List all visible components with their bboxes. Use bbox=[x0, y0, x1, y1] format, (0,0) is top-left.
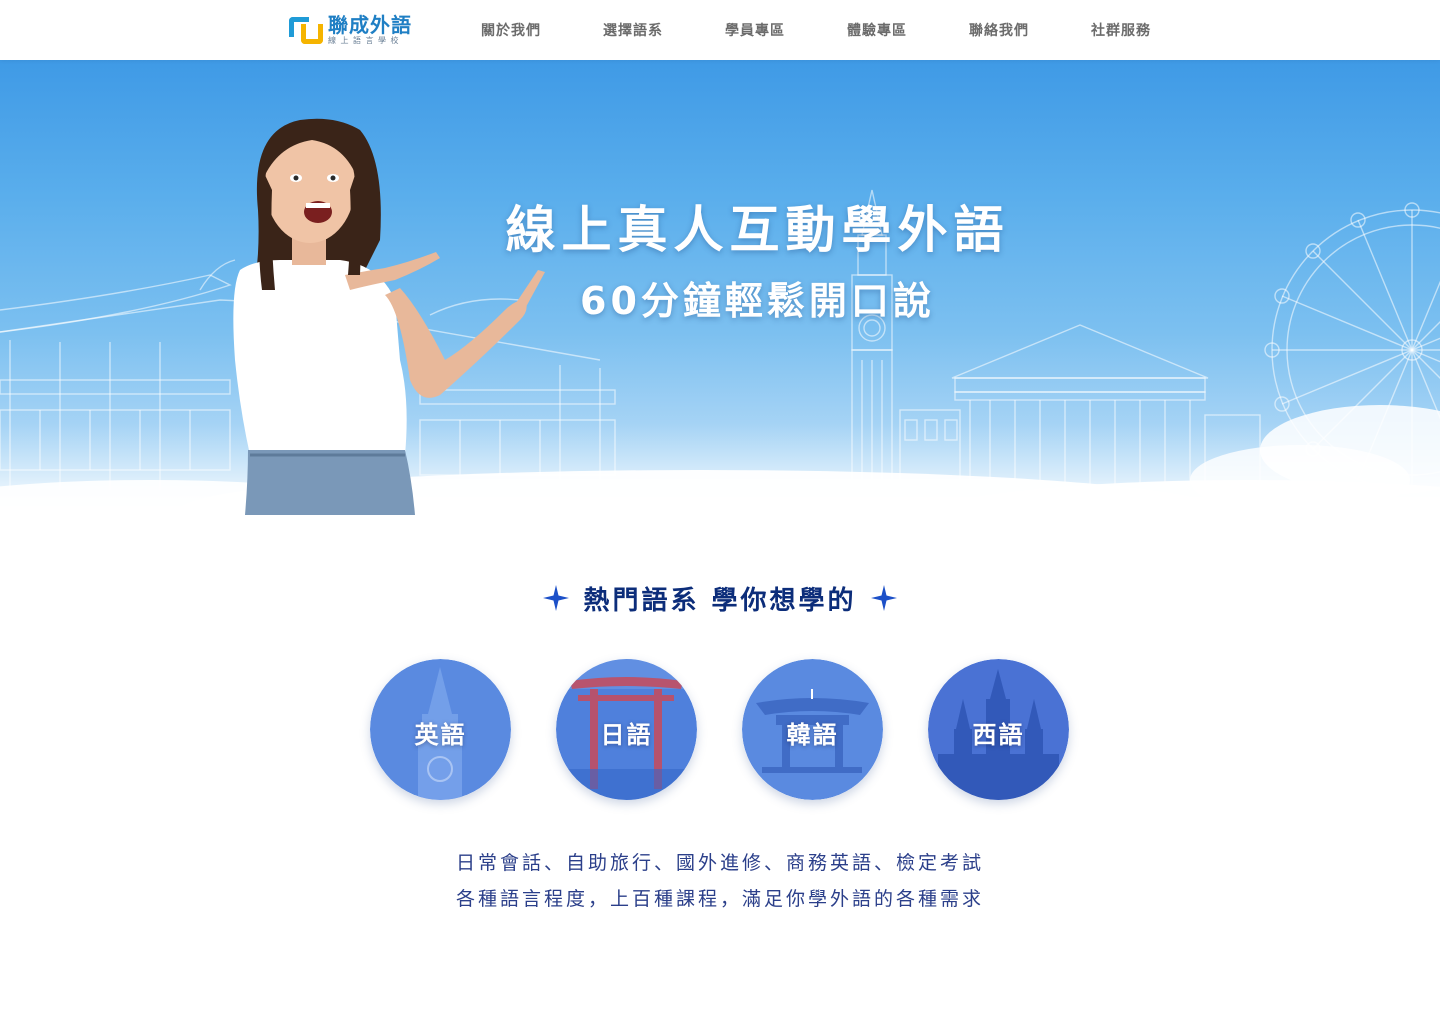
nav-item-contact[interactable]: 聯絡我們 bbox=[938, 0, 1060, 60]
sparkle-icon bbox=[870, 585, 897, 611]
section-title: 熱門語系 學你想學的 bbox=[0, 578, 1440, 618]
nav-item-students[interactable]: 學員專區 bbox=[694, 0, 816, 60]
logo[interactable]: 聯成外語 線上語言學校 bbox=[288, 12, 418, 48]
language-label-korean: 韓語 bbox=[786, 721, 839, 749]
language-list: 英語 日語 韓語 西語 bbox=[370, 659, 1070, 801]
sparkle-icon bbox=[543, 585, 570, 611]
nav-item-languages[interactable]: 選擇語系 bbox=[572, 0, 694, 60]
language-label-japanese: 日語 bbox=[600, 721, 653, 749]
header: 聯成外語 線上語言學校 關於我們 選擇語系 學員專區 體驗專區 聯絡我們 社群服… bbox=[0, 0, 1440, 60]
hero-title: 線上真人互動學外語 bbox=[505, 201, 1010, 259]
logo-name: 聯成外語 bbox=[328, 13, 412, 37]
nav-item-social[interactable]: 社群服務 bbox=[1060, 0, 1182, 60]
logo-text: 聯成外語 線上語言學校 bbox=[328, 14, 412, 46]
section-description-line-2: 各種語言程度，上百種課程，滿足你學外語的各種需求 bbox=[455, 888, 984, 910]
main-nav: 關於我們 選擇語系 學員專區 體驗專區 聯絡我們 社群服務 bbox=[450, 0, 1182, 60]
hero-subtitle: 60分鐘輕鬆開口說 bbox=[580, 279, 935, 323]
hero-banner: 線上真人互動學外語 60分鐘輕鬆開口說 bbox=[0, 60, 1440, 515]
section-title-text: 熱門語系 學你想學的 bbox=[583, 585, 857, 616]
language-label-spanish: 西語 bbox=[972, 721, 1025, 749]
logo-subtitle: 線上語言學校 bbox=[328, 36, 403, 45]
language-card-japanese[interactable]: 日語 bbox=[556, 659, 697, 800]
nav-item-about[interactable]: 關於我們 bbox=[450, 0, 572, 60]
section-description-line-1: 日常會話、自助旅行、國外進修、商務英語、檢定考試 bbox=[455, 852, 984, 874]
logo-mark-icon bbox=[288, 14, 324, 46]
nav-item-trial[interactable]: 體驗專區 bbox=[816, 0, 938, 60]
language-card-spanish[interactable]: 西語 bbox=[928, 659, 1069, 800]
language-card-korean[interactable]: 韓語 bbox=[742, 659, 883, 800]
language-label-english: 英語 bbox=[414, 721, 467, 749]
language-card-english[interactable]: 英語 bbox=[370, 659, 511, 800]
